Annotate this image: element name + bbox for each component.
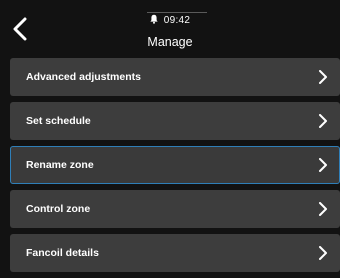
chevron-right-icon <box>318 114 328 128</box>
menu-item-control-zone[interactable]: Control zone <box>10 190 340 228</box>
chevron-right-icon <box>318 158 328 172</box>
status-indicator-line <box>147 12 207 13</box>
menu-item-advanced-adjustments[interactable]: Advanced adjustments <box>10 58 340 96</box>
menu-item-label: Control zone <box>26 203 91 215</box>
menu-list: Advanced adjustments Set schedule Rename… <box>10 58 340 278</box>
menu-item-label: Advanced adjustments <box>26 71 141 83</box>
page-title: Manage <box>147 35 193 49</box>
menu-item-fancoil-details[interactable]: Fancoil details <box>10 234 340 272</box>
menu-item-set-schedule[interactable]: Set schedule <box>10 102 340 140</box>
status-time: 09:42 <box>163 15 191 26</box>
menu-item-label: Rename zone <box>26 159 94 171</box>
chevron-right-icon <box>318 70 328 84</box>
menu-item-rename-zone[interactable]: Rename zone <box>10 146 340 184</box>
status-bar: 09:42 <box>0 14 340 27</box>
menu-item-label: Set schedule <box>26 115 91 127</box>
bell-icon <box>150 14 158 27</box>
chevron-right-icon <box>318 246 328 260</box>
menu-item-label: Fancoil details <box>26 247 99 259</box>
chevron-right-icon <box>318 202 328 216</box>
